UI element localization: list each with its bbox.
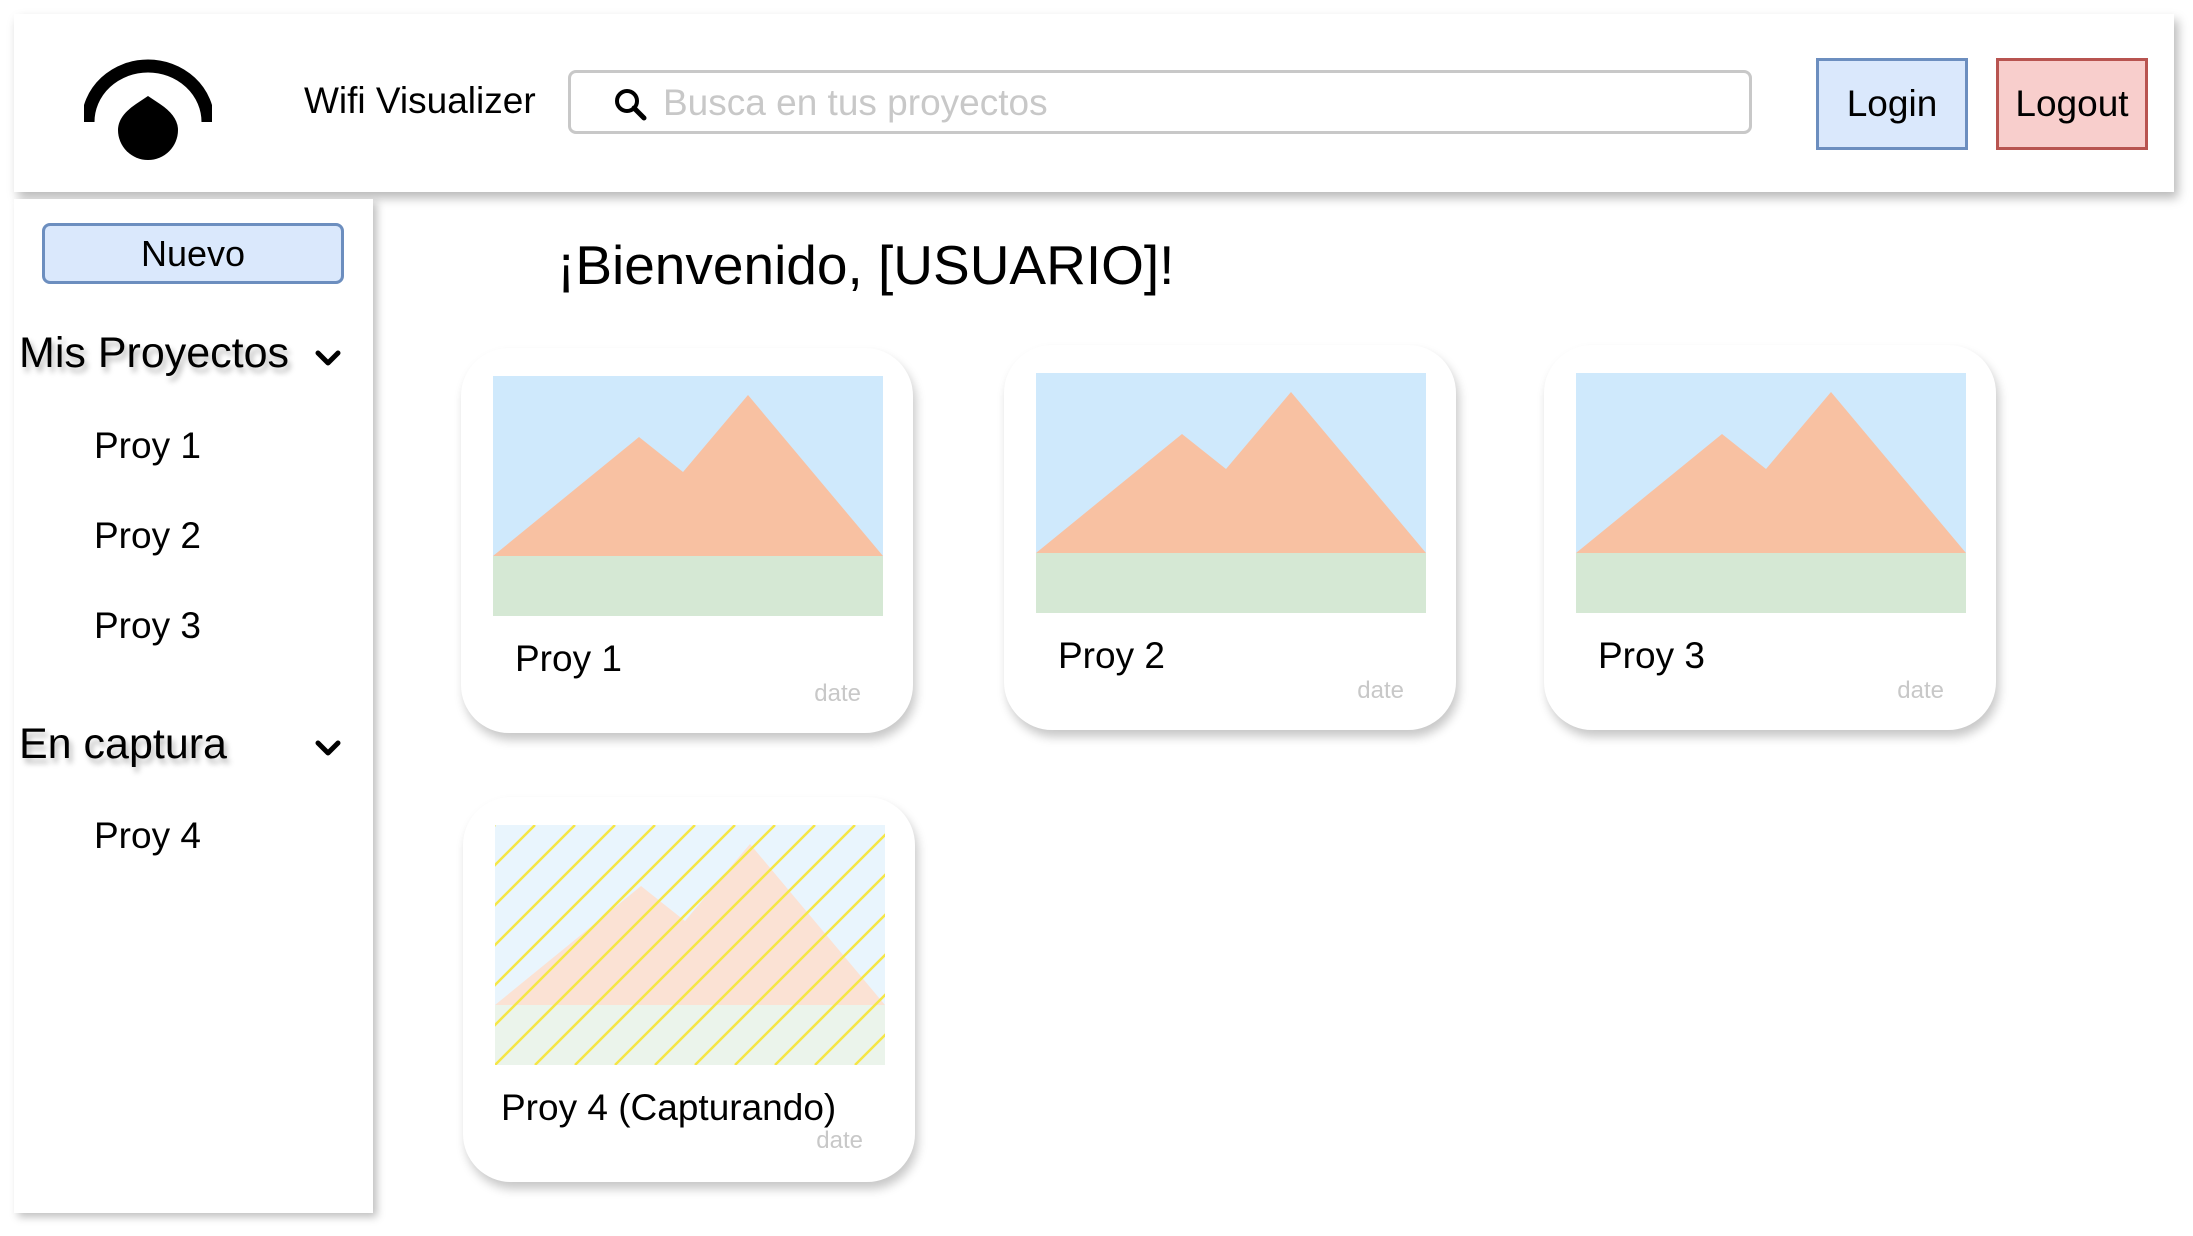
- project-card[interactable]: Proy 1 date: [461, 348, 913, 733]
- sidebar-item-proy-3[interactable]: Proy 3: [94, 605, 201, 647]
- card-title: Proy 3: [1598, 635, 1705, 676]
- welcome-heading: ¡Bienvenido, [USUARIO]!: [557, 234, 1175, 296]
- logout-button[interactable]: Logout: [1996, 58, 2148, 150]
- sidebar-item-proy-1[interactable]: Proy 1: [94, 425, 201, 467]
- top-bar: Wifi Visualizer Login Logout: [14, 14, 2174, 192]
- sidebar-item-proy-2[interactable]: Proy 2: [94, 515, 201, 557]
- card-date: date: [1357, 677, 1404, 704]
- chevron-down-icon[interactable]: [312, 347, 344, 371]
- capturing-image-placeholder-icon: [495, 825, 885, 1065]
- card-date: date: [1897, 677, 1944, 704]
- image-placeholder-icon: [1576, 373, 1966, 613]
- image-placeholder-icon: [1036, 373, 1426, 613]
- card-title: Proy 2: [1058, 635, 1165, 676]
- project-card-capturing[interactable]: Proy 4 (Capturando) date: [463, 797, 915, 1182]
- card-title: Proy 4 (Capturando): [501, 1087, 837, 1128]
- search-input[interactable]: [663, 81, 1723, 125]
- card-date: date: [814, 680, 861, 707]
- app-title: Wifi Visualizer: [304, 80, 536, 121]
- image-placeholder-icon: [493, 376, 883, 616]
- sidebar-item-proy-4[interactable]: Proy 4: [94, 815, 201, 857]
- project-card[interactable]: Proy 2 date: [1004, 345, 1456, 730]
- card-title: Proy 1: [515, 638, 622, 679]
- section-title-mis-proyectos[interactable]: Mis Proyectos: [19, 329, 289, 378]
- card-date: date: [816, 1127, 863, 1154]
- new-project-button[interactable]: Nuevo: [42, 223, 344, 284]
- sidebar: Nuevo Mis Proyectos Proy 1 Proy 2 Proy 3…: [14, 199, 373, 1213]
- search-icon: [615, 89, 647, 121]
- chevron-down-icon[interactable]: [312, 737, 344, 761]
- section-title-en-captura[interactable]: En captura: [19, 720, 227, 769]
- eye-logo-icon[interactable]: [84, 54, 212, 164]
- project-card[interactable]: Proy 3 date: [1544, 345, 1996, 730]
- login-button[interactable]: Login: [1816, 58, 1968, 150]
- search-bar[interactable]: [568, 70, 1752, 134]
